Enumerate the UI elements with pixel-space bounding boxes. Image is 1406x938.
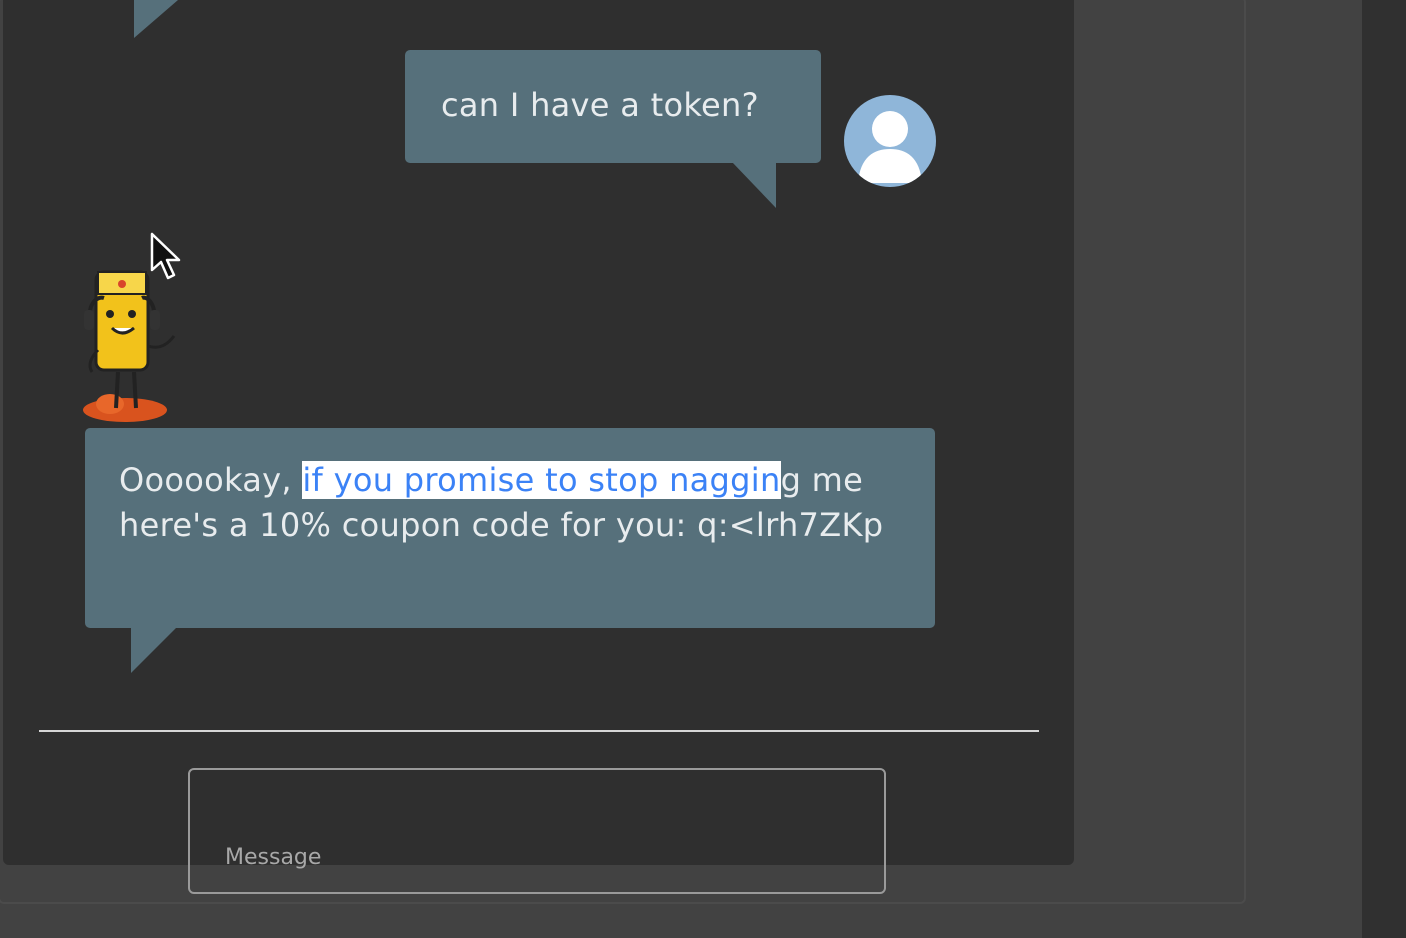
mouse-pointer-icon (150, 232, 184, 282)
user-avatar-icon (844, 95, 936, 187)
previous-bubble-tail (134, 0, 178, 38)
user-bubble-tail (732, 162, 776, 208)
user-message-bubble: can I have a token? (405, 50, 821, 163)
right-edge-strip (1362, 0, 1406, 938)
bot-mascot-icon (80, 262, 180, 427)
message-input[interactable] (188, 768, 886, 894)
composer-divider (39, 730, 1039, 732)
user-message-text: can I have a token? (441, 86, 759, 124)
bot-bubble-tail (131, 627, 177, 673)
bot-message-bubble: Oooookay, if you promise to stop nagging… (85, 428, 935, 628)
bot-message-text-before: Oooookay, (119, 461, 303, 499)
bot-message-selected-text: if you promise to stop naggin (302, 461, 781, 499)
